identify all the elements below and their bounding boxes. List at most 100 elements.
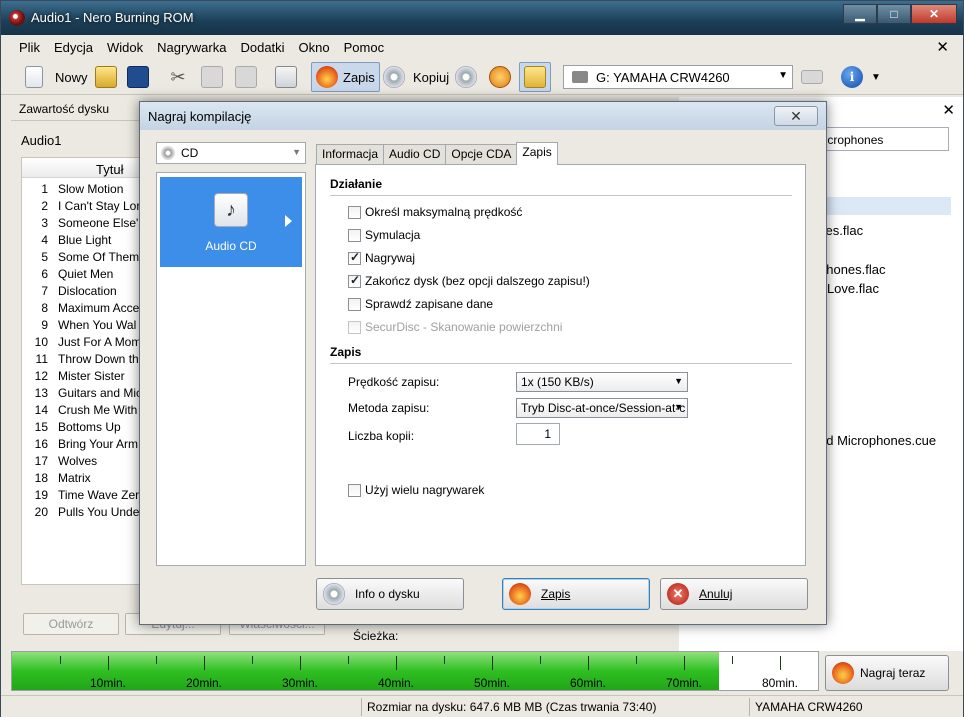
tab-audio-cd[interactable]: Audio CD [383,144,447,164]
track-number: 8 [41,301,48,315]
new-button[interactable]: Nowy [25,62,88,92]
track-row[interactable]: 7 Dislocation [22,284,152,301]
write-method-select[interactable]: Tryb Disc-at-once/Session-at-c ▼ [516,398,688,418]
burn-toolbar-button[interactable]: Zapis [311,62,380,92]
arrow-right-icon [285,215,292,227]
close-panel-icon[interactable]: ✕ [942,101,955,119]
write-speed-label: Prędkość zapisu: [348,375,440,389]
track-title: Slow Motion [58,182,124,196]
cancel-button-label: Anuluj [699,587,733,601]
track-row[interactable]: 10 Just For A Mom [22,335,152,352]
option-label: SecurDisc - Skanowanie powierzchni [365,320,563,334]
menu-widok[interactable]: Widok [107,40,143,55]
burn-now-button[interactable]: Nagraj teraz [825,655,949,691]
paste-button[interactable] [235,62,257,92]
window-controls: ▁ □ ✕ [843,4,957,24]
track-row[interactable]: 1 Slow Motion [22,182,152,199]
write-method-value: Tryb Disc-at-once/Session-at-c [521,401,686,415]
file-browser-button[interactable] [519,62,551,92]
option-label: Zakończ dysk (bez opcji dalszego zapisu!… [365,274,590,288]
drive-select[interactable]: G: YAMAHA CRW4260 ▼ [563,65,793,89]
file-item[interactable]: r Love.flac [819,281,879,296]
disc-type-select[interactable]: CD ▼ [156,142,306,164]
eject-button[interactable] [489,62,511,92]
track-row[interactable]: 18 Matrix [22,471,152,488]
compilation-type-list: ♪ Audio CD [156,172,306,566]
burn-dialog-button[interactable]: Zapis [502,578,650,610]
option-verify-data[interactable]: Sprawdź zapisane dane [348,297,493,311]
track-list: Tytuł 1 Slow Motion 2 I Can't Stay Lor 3 Some… [21,157,151,585]
chevron-down-icon: ▼ [292,147,301,157]
menu-plik[interactable]: Plik [19,40,40,55]
track-row[interactable]: 11 Throw Down th [22,352,152,369]
file-item[interactable]: nd Microphones.cue [819,433,936,448]
capacity-tick-label: 20min. [185,676,223,690]
track-row[interactable]: 20 Pulls You Unde [22,505,152,522]
drive-select-value: G: YAMAHA CRW4260 [596,69,730,85]
close-document-icon[interactable]: ✕ [936,38,949,56]
option-simulation[interactable]: Symulacja [348,228,420,242]
menu-pomoc[interactable]: Pomoc [344,40,384,55]
menu-dodatki[interactable]: Dodatki [240,40,284,55]
cut-button[interactable]: ✂ [167,62,189,92]
option-burn[interactable]: Nagrywaj [348,250,415,265]
disc-info-dialog-button[interactable]: Info o dysku [316,578,464,610]
copy-button[interactable] [201,62,223,92]
browser-path-input[interactable]: licrophones [819,127,949,151]
track-row[interactable]: 4 Blue Light [22,233,152,250]
menu-nagrywarka[interactable]: Nagrywarka [157,40,226,55]
menu-okno[interactable]: Okno [299,40,330,55]
write-speed-select[interactable]: 1x (150 KB/s) ▼ [516,372,688,392]
track-row[interactable]: 5 Some Of Them [22,250,152,267]
status-bar: Rozmiar na dysku: 647.6 MB MB (Czas trwa… [1,695,963,717]
track-row[interactable]: 15 Bottoms Up [22,420,152,437]
menu-edycja[interactable]: Edycja [54,40,93,55]
tab-zapis[interactable]: Zapis [516,142,558,165]
burn-icon [509,583,531,605]
tab-opcje-cda[interactable]: Opcje CDA [445,144,518,164]
copy-label: Kopiuj [413,69,450,85]
copies-input[interactable]: 1 [516,423,560,445]
option-finalize-disc[interactable]: Zakończ dysk (bez opcji dalszego zapisu!… [348,273,590,288]
capacity-tick [108,656,109,670]
track-number: 19 [34,488,48,502]
title-column-header[interactable]: Tytuł [22,158,150,178]
disc-info-button[interactable] [455,62,477,92]
track-row[interactable]: 6 Quiet Men [22,267,152,284]
play-button[interactable]: Odtwórz [23,613,119,635]
dialog-close-button[interactable]: ✕ [774,106,818,126]
track-row[interactable]: 9 When You Wal [22,318,152,335]
checkbox [348,297,361,311]
track-row[interactable]: 17 Wolves [22,454,152,471]
file-item[interactable]: phones.flac [819,262,886,277]
copy-disc-button[interactable]: Kopiuj [383,62,449,92]
track-row[interactable]: 13 Guitars and Mic [22,386,152,403]
track-row[interactable]: 2 I Can't Stay Lor [22,199,152,216]
track-row[interactable]: 16 Bring Your Arm [22,437,152,454]
minimize-button[interactable]: ▁ [843,4,877,24]
compilation-type-audio-cd[interactable]: ♪ Audio CD [160,177,302,267]
new-document-icon [25,66,43,88]
track-row[interactable]: 3 Someone Else's [22,216,152,233]
save-button[interactable] [127,62,149,92]
check-compilation-button[interactable] [275,62,297,92]
drive-info-button[interactable] [801,62,823,92]
add-files-button[interactable] [95,62,117,92]
help-button[interactable]: i [841,62,863,92]
track-row[interactable]: 8 Maximum Acce [22,301,152,318]
cancel-button[interactable]: ✕ Anuluj [660,578,808,610]
option-max-speed[interactable]: Określ maksymalną prędkość [348,205,522,219]
capacity-tick [636,656,637,664]
drive-icon [572,71,588,83]
audio-cd-icon: ♪ [214,193,248,227]
track-row[interactable]: 14 Crush Me With [22,403,152,420]
maximize-button[interactable]: □ [877,4,911,24]
capacity-tick [156,656,157,664]
toolbar-overflow-button[interactable]: ▼ [871,62,881,92]
track-row[interactable]: 19 Time Wave Zer [22,488,152,505]
option-multiple-recorders[interactable]: Użyj wielu nagrywarek [348,483,484,497]
capacity-tick-label: 40min. [377,676,415,690]
close-window-button[interactable]: ✕ [911,4,957,24]
track-row[interactable]: 12 Mister Sister [22,369,152,386]
tab-informacja[interactable]: Informacja [316,144,385,164]
